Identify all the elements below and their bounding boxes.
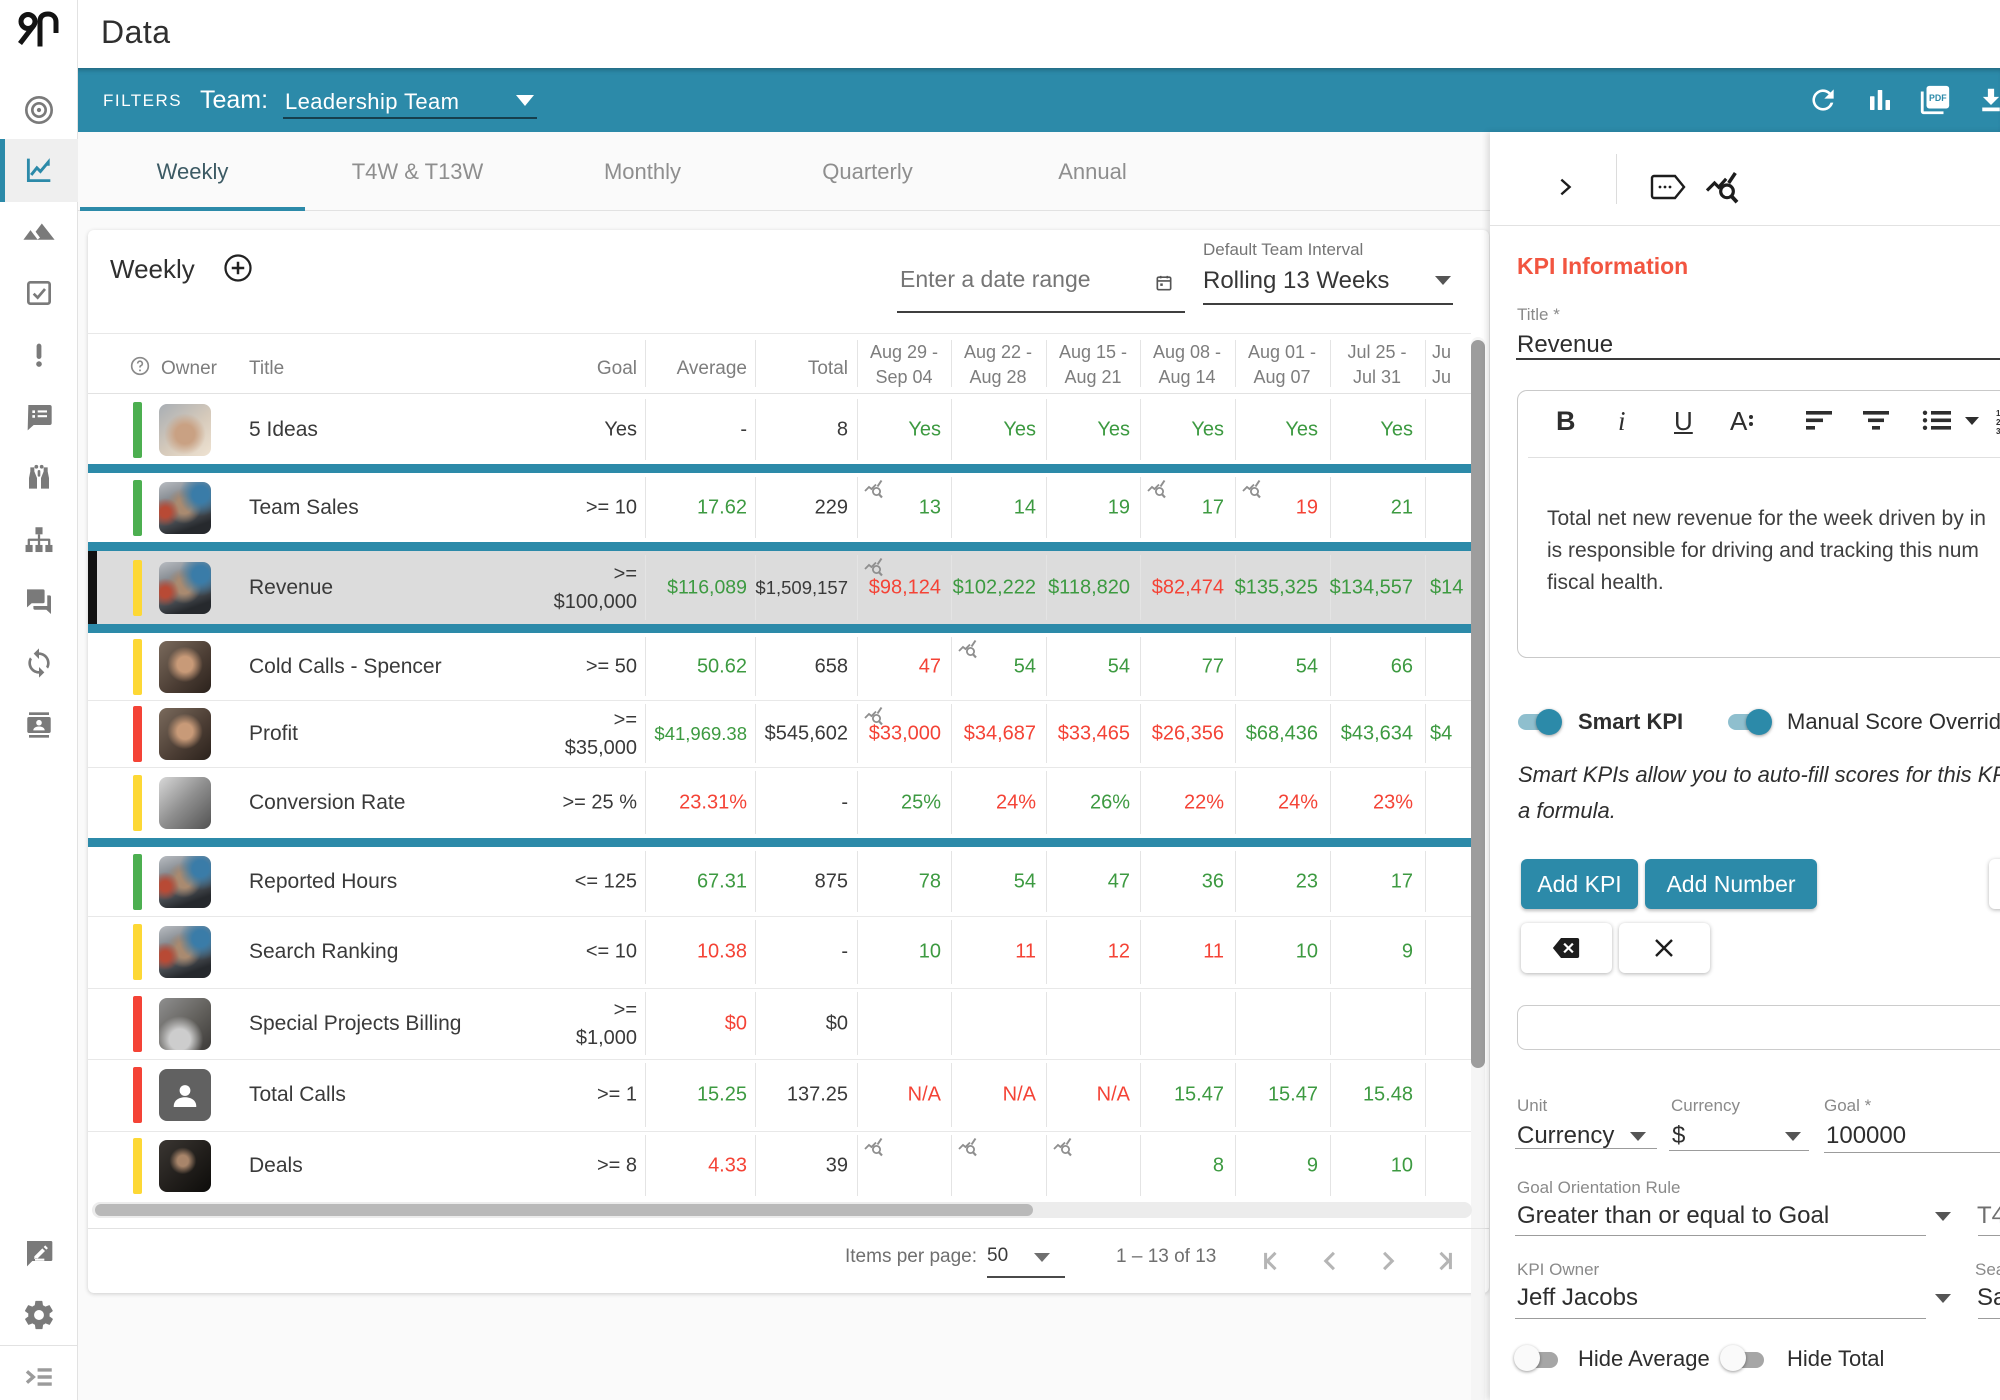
svg-text:2: 2: [1996, 418, 2000, 427]
svg-text:PDF: PDF: [1929, 93, 1947, 103]
svg-text:3: 3: [1996, 427, 2000, 434]
svg-text:1: 1: [1996, 409, 2000, 418]
